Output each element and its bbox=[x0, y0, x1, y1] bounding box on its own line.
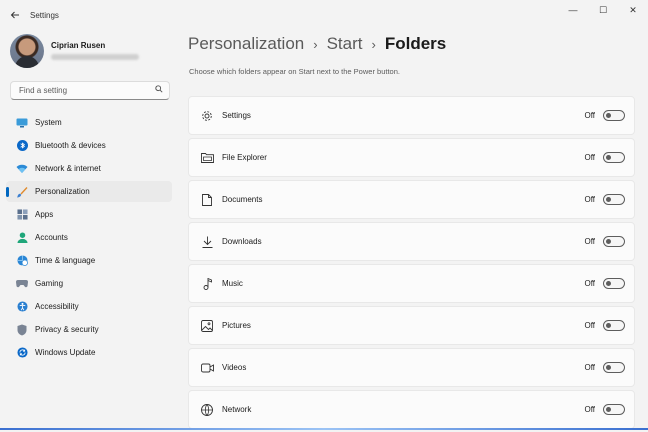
sidebar-item-system[interactable]: System bbox=[6, 112, 172, 133]
toggle-state-label: Off bbox=[584, 363, 595, 372]
folder-row-downloads: Downloads Off bbox=[188, 222, 635, 261]
update-icon bbox=[16, 347, 28, 359]
sidebar-item-label: Time & language bbox=[35, 256, 96, 265]
sidebar-item-apps[interactable]: Apps bbox=[6, 204, 172, 225]
folder-label: Downloads bbox=[222, 237, 262, 246]
close-button[interactable]: ✕ bbox=[618, 0, 648, 20]
toggle-state-label: Off bbox=[584, 321, 595, 330]
file-explorer-icon bbox=[200, 151, 214, 165]
toggle-state-label: Off bbox=[584, 153, 595, 162]
page-title: Folders bbox=[384, 34, 447, 53]
sidebar-item-label: System bbox=[35, 118, 62, 127]
sidebar-item-label: Personalization bbox=[35, 187, 90, 196]
folder-label: Music bbox=[222, 279, 243, 288]
folder-row-pictures: Pictures Off bbox=[188, 306, 635, 345]
folder-label: Network bbox=[222, 405, 252, 414]
arrow-left-icon bbox=[10, 11, 19, 19]
sidebar-item-label: Bluetooth & devices bbox=[35, 141, 106, 150]
user-name: Ciprian Rusen bbox=[51, 41, 106, 50]
folder-row-videos: Videos Off bbox=[188, 348, 635, 387]
music-toggle[interactable] bbox=[603, 278, 625, 289]
search-input[interactable] bbox=[17, 85, 151, 96]
chevron-right-icon: › bbox=[313, 37, 318, 52]
settings-toggle[interactable] bbox=[603, 110, 625, 121]
network-icon bbox=[200, 403, 214, 417]
sidebar-item-privacy-security[interactable]: Privacy & security bbox=[6, 319, 172, 340]
sidebar-item-accessibility[interactable]: Accessibility bbox=[6, 296, 172, 317]
sidebar-item-network[interactable]: Network & internet bbox=[6, 158, 172, 179]
accessibility-icon bbox=[16, 301, 28, 313]
window-title: Settings bbox=[30, 10, 59, 20]
back-button[interactable] bbox=[2, 2, 28, 28]
user-email-redacted bbox=[51, 54, 139, 60]
toggle-state-label: Off bbox=[584, 405, 595, 414]
downloads-toggle[interactable] bbox=[603, 236, 625, 247]
folder-row-file-explorer: File Explorer Off bbox=[188, 138, 635, 177]
shield-icon bbox=[16, 324, 28, 336]
sidebar-item-accounts[interactable]: Accounts bbox=[6, 227, 172, 248]
avatar[interactable] bbox=[10, 34, 44, 68]
folder-row-settings: Settings Off bbox=[188, 96, 635, 135]
breadcrumb-start[interactable]: Start bbox=[327, 34, 363, 54]
minimize-button[interactable]: — bbox=[558, 0, 588, 20]
chevron-right-icon: › bbox=[371, 37, 376, 52]
sidebar-item-gaming[interactable]: Gaming bbox=[6, 273, 172, 294]
sidebar-item-label: Accounts bbox=[35, 233, 68, 242]
file-explorer-toggle[interactable] bbox=[603, 152, 625, 163]
sidebar-item-label: Privacy & security bbox=[35, 325, 99, 334]
folder-label: File Explorer bbox=[222, 153, 267, 162]
sidebar-item-windows-update[interactable]: Windows Update bbox=[6, 342, 172, 363]
apps-icon bbox=[16, 209, 28, 221]
globe-clock-icon bbox=[16, 255, 28, 267]
network-toggle[interactable] bbox=[603, 404, 625, 415]
title-bar: Settings — ☐ ✕ bbox=[0, 0, 648, 30]
download-icon bbox=[200, 235, 214, 249]
documents-toggle[interactable] bbox=[603, 194, 625, 205]
gear-icon bbox=[200, 109, 214, 123]
sidebar-item-label: Windows Update bbox=[35, 348, 96, 357]
breadcrumb-personalization[interactable]: Personalization bbox=[188, 34, 304, 54]
folder-label: Settings bbox=[222, 111, 251, 120]
bluetooth-icon bbox=[16, 140, 28, 152]
folder-label: Documents bbox=[222, 195, 263, 204]
sidebar-item-label: Gaming bbox=[35, 279, 64, 288]
brush-icon bbox=[16, 186, 28, 198]
person-icon bbox=[16, 232, 28, 244]
toggle-state-label: Off bbox=[584, 279, 595, 288]
toggle-state-label: Off bbox=[584, 195, 595, 204]
page-description: Choose which folders appear on Start nex… bbox=[189, 67, 400, 76]
pictures-toggle[interactable] bbox=[603, 320, 625, 331]
maximize-button[interactable]: ☐ bbox=[588, 0, 618, 20]
document-icon bbox=[200, 193, 214, 207]
video-icon bbox=[200, 361, 214, 375]
sidebar-item-label: Accessibility bbox=[35, 302, 79, 311]
sidebar-item-time-language[interactable]: Time & language bbox=[6, 250, 172, 271]
folder-list: Settings Off File Explorer Off Documents… bbox=[188, 96, 635, 432]
folder-row-documents: Documents Off bbox=[188, 180, 635, 219]
folder-label: Pictures bbox=[222, 321, 251, 330]
sidebar: Ciprian Rusen System Bluetooth & devices… bbox=[0, 30, 180, 430]
videos-toggle[interactable] bbox=[603, 362, 625, 373]
toggle-state-label: Off bbox=[584, 237, 595, 246]
search-icon[interactable] bbox=[155, 85, 163, 95]
main-content: Personalization › Start › Folders Choose… bbox=[188, 30, 638, 430]
nav-list: System Bluetooth & devices Network & int… bbox=[6, 112, 172, 365]
gamepad-icon bbox=[16, 278, 28, 290]
toggle-state-label: Off bbox=[584, 111, 595, 120]
folder-label: Videos bbox=[222, 363, 247, 372]
window-controls: — ☐ ✕ bbox=[558, 0, 648, 20]
monitor-icon bbox=[16, 117, 28, 129]
sidebar-item-label: Apps bbox=[35, 210, 54, 219]
folder-row-network: Network Off bbox=[188, 390, 635, 429]
picture-icon bbox=[200, 319, 214, 333]
wifi-icon bbox=[16, 163, 28, 175]
breadcrumb: Personalization › Start › Folders bbox=[188, 34, 446, 54]
sidebar-item-bluetooth[interactable]: Bluetooth & devices bbox=[6, 135, 172, 156]
search-box[interactable] bbox=[10, 81, 170, 100]
music-icon bbox=[200, 277, 214, 291]
folder-row-music: Music Off bbox=[188, 264, 635, 303]
sidebar-item-label: Network & internet bbox=[35, 164, 101, 173]
sidebar-item-personalization[interactable]: Personalization bbox=[6, 181, 172, 202]
